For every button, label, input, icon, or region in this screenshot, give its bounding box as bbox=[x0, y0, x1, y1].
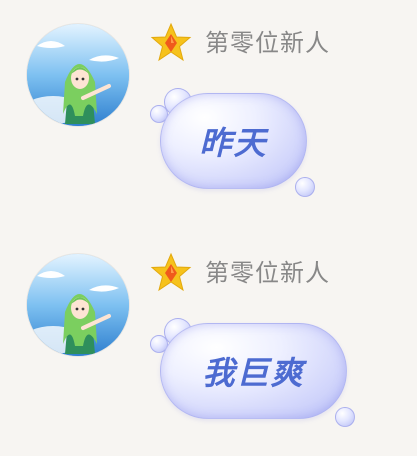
chat-bubble[interactable]: 我巨爽 bbox=[150, 315, 355, 427]
chat-message: 第零位新人 昨天 bbox=[0, 0, 417, 200]
sender-name[interactable]: 第零位新人 bbox=[205, 26, 330, 60]
chat-message: 第零位新人 我巨爽 bbox=[0, 230, 417, 430]
star-badge-icon bbox=[150, 252, 192, 294]
bubble-decoration bbox=[295, 177, 315, 197]
bubble-body: 我巨爽 bbox=[160, 323, 347, 419]
avatar[interactable] bbox=[27, 24, 129, 126]
message-text: 我巨爽 bbox=[202, 354, 305, 392]
star-badge-icon bbox=[150, 22, 192, 64]
chat-bubble[interactable]: 昨天 bbox=[150, 85, 315, 197]
message-text: 昨天 bbox=[199, 124, 268, 162]
bubble-decoration bbox=[335, 407, 355, 427]
anime-girl-avatar-icon bbox=[27, 24, 129, 126]
sender-name[interactable]: 第零位新人 bbox=[205, 256, 330, 290]
bubble-body: 昨天 bbox=[160, 93, 307, 189]
anime-girl-avatar-icon bbox=[27, 254, 129, 356]
avatar[interactable] bbox=[27, 254, 129, 356]
